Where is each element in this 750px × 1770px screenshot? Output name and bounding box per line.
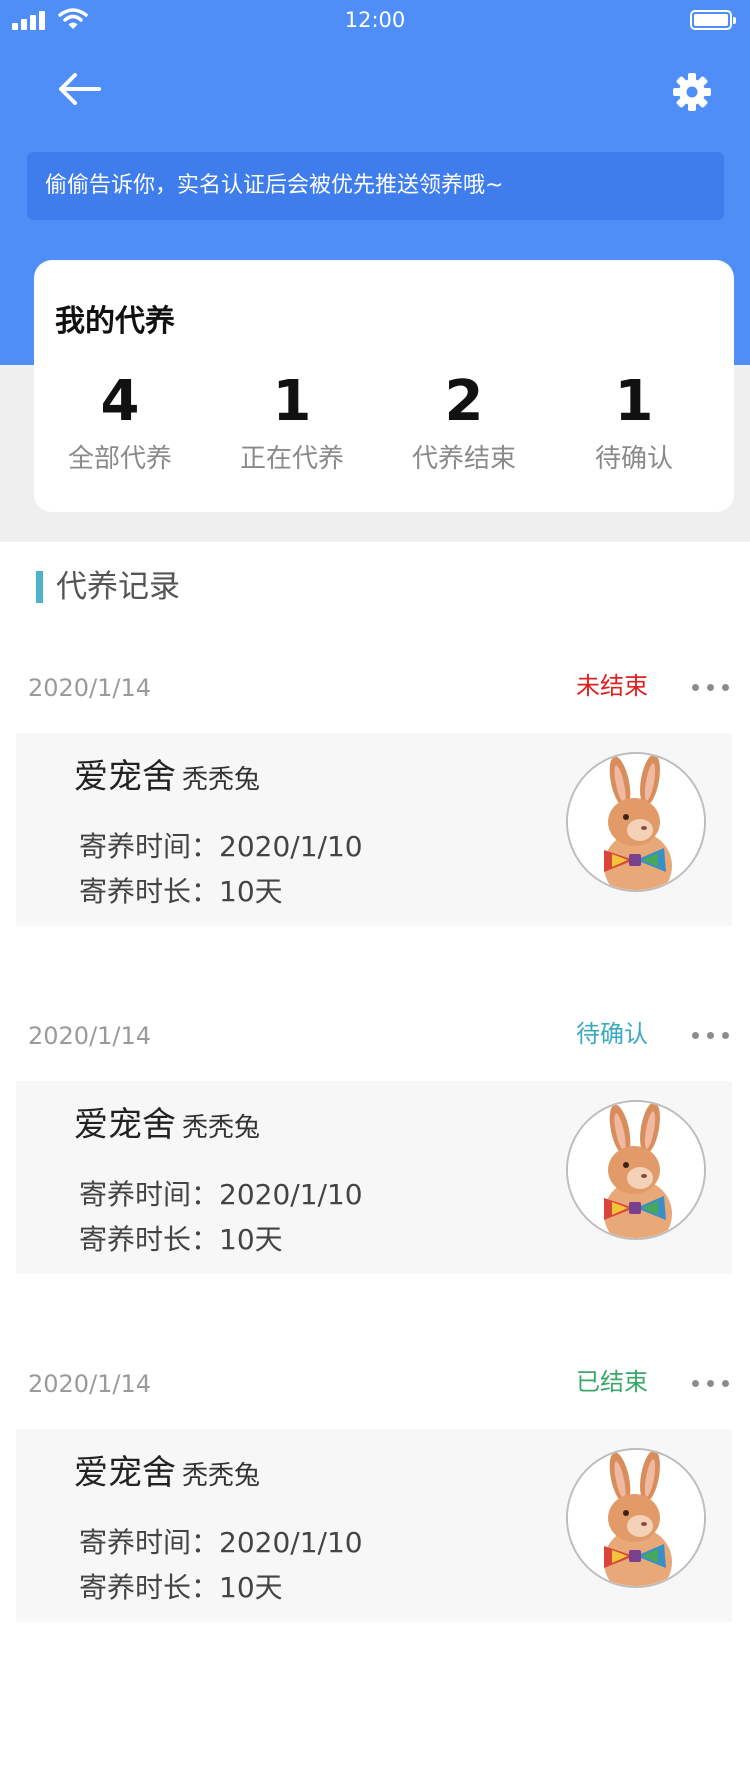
record-card[interactable]: 爱宠舍 秃秃兔 寄养时间：2020/1/10 寄养时长：10天 (16, 1081, 732, 1274)
foster-duration: 寄养时长：10天 (79, 875, 283, 908)
card-title: 我的代养 (55, 304, 175, 339)
pet-name: 秃秃兔 (182, 765, 261, 795)
more-button[interactable] (690, 1371, 734, 1395)
record-status: 已结束 (576, 1368, 648, 1396)
section-accent-bar (36, 571, 43, 603)
stat-label: 待确认 (594, 444, 673, 474)
record-card[interactable]: 爱宠舍 秃秃兔 寄养时间：2020/1/10 寄养时长：10天 (16, 733, 732, 926)
stat-pending[interactable]: 1 待确认 (548, 370, 720, 475)
rabbit-avatar (566, 752, 706, 892)
gear-icon (673, 73, 711, 111)
pet-name: 秃秃兔 (182, 1461, 261, 1491)
more-button[interactable] (690, 1023, 734, 1047)
record-status: 未结束 (576, 672, 648, 700)
record-date: 2020/1/14 (28, 1370, 152, 1398)
my-fostering-card: 我的代养 4 全部代养 1 正在代养 2 代养结束 1 待确认 (34, 260, 734, 512)
settings-button[interactable] (672, 72, 712, 112)
stat-label: 代养结束 (411, 444, 516, 474)
stat-finished[interactable]: 2 代养结束 (378, 370, 550, 475)
shop-name: 爱宠舍 (74, 1453, 176, 1493)
stat-in-progress[interactable]: 1 正在代养 (206, 370, 378, 475)
stat-value: 2 (444, 369, 484, 434)
record-title: 爱宠舍 秃秃兔 (74, 1103, 260, 1150)
rabbit-avatar (566, 1100, 706, 1240)
more-button[interactable] (690, 675, 734, 699)
arrow-left-icon (59, 73, 101, 105)
battery-icon (690, 10, 736, 30)
foster-start-time: 寄养时间：2020/1/10 (79, 830, 363, 863)
foster-start-time: 寄养时间：2020/1/10 (79, 1178, 363, 1211)
stat-label: 全部代养 (67, 444, 172, 474)
record-title: 爱宠舍 秃秃兔 (74, 1451, 260, 1498)
record-card[interactable]: 爱宠舍 秃秃兔 寄养时间：2020/1/10 寄养时长：10天 (16, 1429, 732, 1622)
record-item: 2020/1/14 未结束 爱宠舍 秃秃兔 寄养时间：2020/1/10 寄养时长… (0, 671, 750, 961)
stat-value: 1 (614, 369, 654, 434)
foster-duration: 寄养时长：10天 (79, 1571, 283, 1604)
record-date: 2020/1/14 (28, 674, 152, 702)
pet-name: 秃秃兔 (182, 1113, 261, 1143)
stat-value: 4 (100, 369, 140, 434)
stat-value: 1 (272, 369, 312, 434)
back-button[interactable] (55, 68, 105, 110)
shop-name: 爱宠舍 (74, 757, 176, 797)
status-time: 12:00 (344, 8, 406, 32)
shop-name: 爱宠舍 (74, 1105, 176, 1145)
foster-start-time: 寄养时间：2020/1/10 (79, 1526, 363, 1559)
foster-duration: 寄养时长：10天 (79, 1223, 283, 1256)
status-bar: 12:00 (0, 0, 750, 42)
record-item: 2020/1/14 待确认 爱宠舍 秃秃兔 寄养时间：2020/1/10 寄养时长… (0, 1019, 750, 1309)
record-date: 2020/1/14 (28, 1022, 152, 1050)
record-title: 爱宠舍 秃秃兔 (74, 755, 260, 802)
record-status: 待确认 (576, 1020, 648, 1048)
section-title: 代养记录 (56, 569, 180, 605)
record-item: 2020/1/14 已结束 爱宠舍 秃秃兔 寄养时间：2020/1/10 寄养时长… (0, 1367, 750, 1657)
verification-notice[interactable]: 偷偷告诉你，实名认证后会被优先推送领养哦~ (27, 152, 724, 220)
stat-label: 正在代养 (239, 444, 344, 474)
rabbit-avatar (566, 1448, 706, 1588)
notice-text: 偷偷告诉你，实名认证后会被优先推送领养哦~ (45, 173, 504, 198)
stat-all[interactable]: 4 全部代养 (34, 370, 206, 475)
